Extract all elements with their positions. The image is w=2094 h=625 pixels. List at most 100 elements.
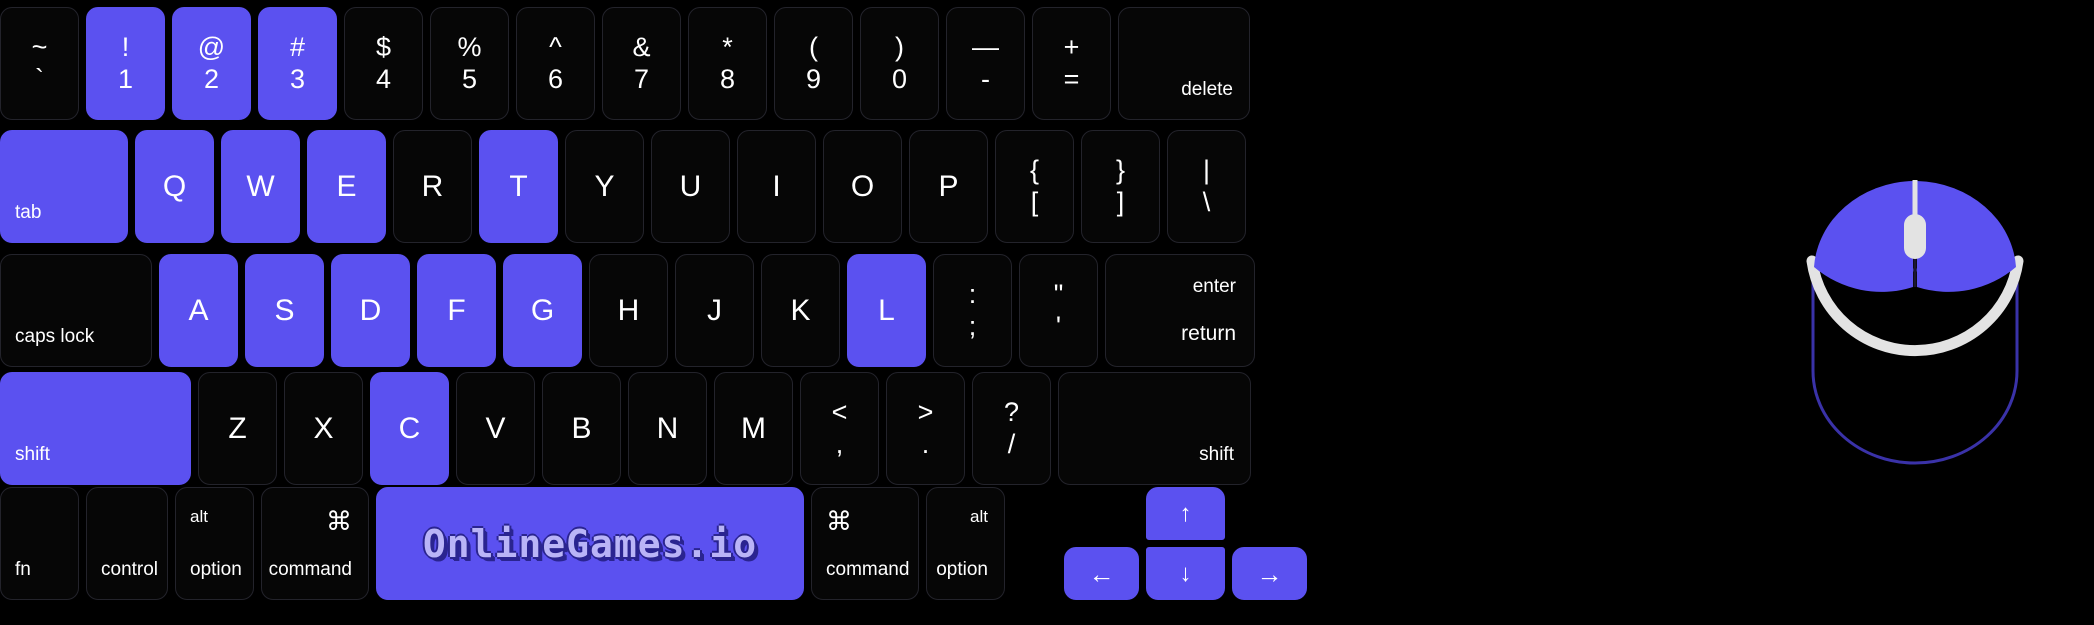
key-v[interactable]: V — [456, 372, 535, 485]
key-r-label: R — [421, 169, 444, 203]
key-a[interactable]: A — [159, 254, 238, 367]
key-8[interactable]: * 8 — [688, 7, 767, 120]
key-u[interactable]: U — [651, 130, 730, 243]
key-4-upper: $ — [375, 32, 392, 62]
key-return[interactable]: enter return — [1105, 254, 1255, 367]
mouse-scroll-wheel[interactable] — [1904, 214, 1926, 259]
key-0-lower: 0 — [891, 64, 908, 94]
key-4[interactable]: $ 4 — [344, 7, 423, 120]
key-option-right[interactable]: alt option — [926, 487, 1005, 600]
key-i[interactable]: I — [737, 130, 816, 243]
key-z[interactable]: Z — [198, 372, 277, 485]
key-equals-lower: = — [1063, 64, 1080, 94]
key-arrow-left[interactable]: ← — [1064, 547, 1139, 600]
key-arrow-right[interactable]: → — [1232, 547, 1307, 600]
key-f[interactable]: F — [417, 254, 496, 367]
key-slash[interactable]: ? / — [972, 372, 1051, 485]
key-k-label: K — [790, 293, 811, 327]
key-6[interactable]: ^ 6 — [516, 7, 595, 120]
key-backtick[interactable]: ~ ` — [0, 7, 79, 120]
key-backslash-lower: \ — [1202, 187, 1211, 217]
key-d[interactable]: D — [331, 254, 410, 367]
key-l[interactable]: L — [847, 254, 926, 367]
mouse-svg — [1806, 180, 2024, 465]
key-x[interactable]: X — [284, 372, 363, 485]
key-m[interactable]: M — [714, 372, 793, 485]
key-v-label: V — [485, 411, 506, 445]
key-semicolon[interactable]: : ; — [933, 254, 1012, 367]
key-3-upper: # — [289, 32, 306, 62]
key-bracket-right[interactable]: } ] — [1081, 130, 1160, 243]
key-q[interactable]: Q — [135, 130, 214, 243]
key-6-upper: ^ — [549, 32, 562, 62]
key-p[interactable]: P — [909, 130, 988, 243]
key-option-right-label: option — [936, 559, 988, 580]
key-c[interactable]: C — [370, 372, 449, 485]
key-quote[interactable]: " ' — [1019, 254, 1098, 367]
key-space[interactable]: OnlineGames.io — [376, 487, 804, 600]
key-shift-left[interactable]: shift — [0, 372, 191, 485]
key-w[interactable]: W — [221, 130, 300, 243]
key-k[interactable]: K — [761, 254, 840, 367]
mouse-left-button[interactable] — [1814, 181, 1913, 292]
mouse-body — [1811, 268, 2019, 465]
key-quote-upper: " — [1053, 279, 1064, 309]
key-option-left[interactable]: alt option — [175, 487, 254, 600]
key-minus[interactable]: — - — [946, 7, 1025, 120]
key-3[interactable]: # 3 — [258, 7, 337, 120]
key-2[interactable]: @ 2 — [172, 7, 251, 120]
key-o[interactable]: O — [823, 130, 902, 243]
key-b[interactable]: B — [542, 372, 621, 485]
key-bracket-left[interactable]: { [ — [995, 130, 1074, 243]
key-n[interactable]: N — [628, 372, 707, 485]
key-h-label: H — [617, 293, 640, 327]
key-3-lower: 3 — [289, 64, 306, 94]
key-7-upper: & — [632, 32, 651, 62]
key-t[interactable]: T — [479, 130, 558, 243]
key-delete[interactable]: delete — [1118, 7, 1250, 120]
mouse-right-button[interactable] — [1917, 181, 2016, 292]
key-e[interactable]: E — [307, 130, 386, 243]
key-1[interactable]: ! 1 — [86, 7, 165, 120]
key-tab[interactable]: tab — [0, 130, 128, 243]
key-bracket-left-lower: [ — [1030, 187, 1039, 217]
key-9[interactable]: ( 9 — [774, 7, 853, 120]
key-backtick-upper: ~ — [31, 32, 48, 62]
key-shift-right[interactable]: shift — [1058, 372, 1251, 485]
key-p-label: P — [938, 169, 959, 203]
key-control[interactable]: control — [86, 487, 168, 600]
key-command-left[interactable]: ⌘ command — [261, 487, 369, 600]
command-icon: ⌘ — [826, 506, 852, 536]
key-j[interactable]: J — [675, 254, 754, 367]
key-1-lower: 1 — [117, 64, 134, 94]
key-i-label: I — [772, 169, 781, 203]
key-7[interactable]: & 7 — [602, 7, 681, 120]
key-6-lower: 6 — [547, 64, 564, 94]
key-return-enter-label: enter — [1192, 276, 1236, 297]
key-shift-right-label: shift — [1199, 444, 1234, 465]
key-g[interactable]: G — [503, 254, 582, 367]
key-h[interactable]: H — [589, 254, 668, 367]
key-backslash[interactable]: | \ — [1167, 130, 1246, 243]
key-bracket-right-lower: ] — [1116, 187, 1125, 217]
keyboard-row-home: caps lock A S D F G H J K L: ; " ' ente… — [0, 254, 1262, 367]
key-arrow-down[interactable]: ↓ — [1146, 547, 1225, 600]
key-r[interactable]: R — [393, 130, 472, 243]
key-period[interactable]: > . — [886, 372, 965, 485]
key-command-right[interactable]: ⌘ command — [811, 487, 919, 600]
key-5[interactable]: % 5 — [430, 7, 509, 120]
key-comma-upper: < — [831, 397, 848, 427]
key-2-upper: @ — [197, 32, 226, 62]
key-u-label: U — [679, 169, 702, 203]
key-arrow-up[interactable]: ↑ — [1146, 487, 1225, 540]
key-y[interactable]: Y — [565, 130, 644, 243]
key-s[interactable]: S — [245, 254, 324, 367]
key-0[interactable]: ) 0 — [860, 7, 939, 120]
key-z-label: Z — [228, 411, 247, 445]
key-comma[interactable]: < , — [800, 372, 879, 485]
key-caps-lock[interactable]: caps lock — [0, 254, 152, 367]
key-n-label: N — [656, 411, 679, 445]
key-equals[interactable]: + = — [1032, 7, 1111, 120]
key-semicolon-upper: : — [968, 279, 977, 309]
key-fn[interactable]: fn — [0, 487, 79, 600]
